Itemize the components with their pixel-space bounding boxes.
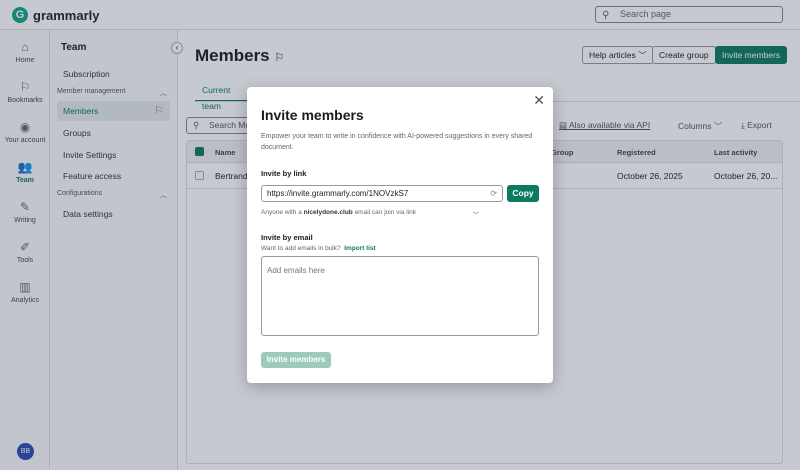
invite-by-link-label: Invite by link	[261, 169, 307, 178]
invite-by-email-label: Invite by email	[261, 233, 313, 242]
copy-button[interactable]: Copy	[507, 185, 539, 202]
bulk-label: Want to add emails in bulk?	[261, 245, 341, 252]
bulk-text: Want to add emails in bulk? Import list	[261, 245, 376, 252]
dialog-title: Invite members	[261, 107, 364, 123]
refresh-icon[interactable]: ⟳	[490, 186, 497, 201]
domain-name: nicelydone.club	[303, 209, 353, 216]
dialog-description: Empower your team to write in confidence…	[261, 133, 533, 151]
domain-access-dropdown[interactable]: Anyone with a nicelydone.club email can …	[261, 209, 480, 219]
domain-text: Anyone with a	[261, 209, 304, 216]
import-list-link[interactable]: Import list	[344, 245, 375, 252]
chevron-down-icon: ﹀	[472, 212, 480, 219]
invite-link-field[interactable]: https://invite.grammarly.com/1NOVzkS7 ⟳	[261, 185, 503, 202]
domain-text: email can join via link	[352, 209, 416, 216]
invite-link-value: https://invite.grammarly.com/1NOVzkS7	[267, 189, 409, 198]
invite-members-submit-button[interactable]: Invite members	[261, 352, 331, 368]
invite-members-dialog: ✕ Invite members Empower your team to wr…	[247, 87, 553, 383]
close-icon[interactable]: ✕	[533, 92, 545, 109]
emails-textarea[interactable]: Add emails here	[261, 256, 539, 336]
emails-placeholder: Add emails here	[267, 266, 325, 275]
